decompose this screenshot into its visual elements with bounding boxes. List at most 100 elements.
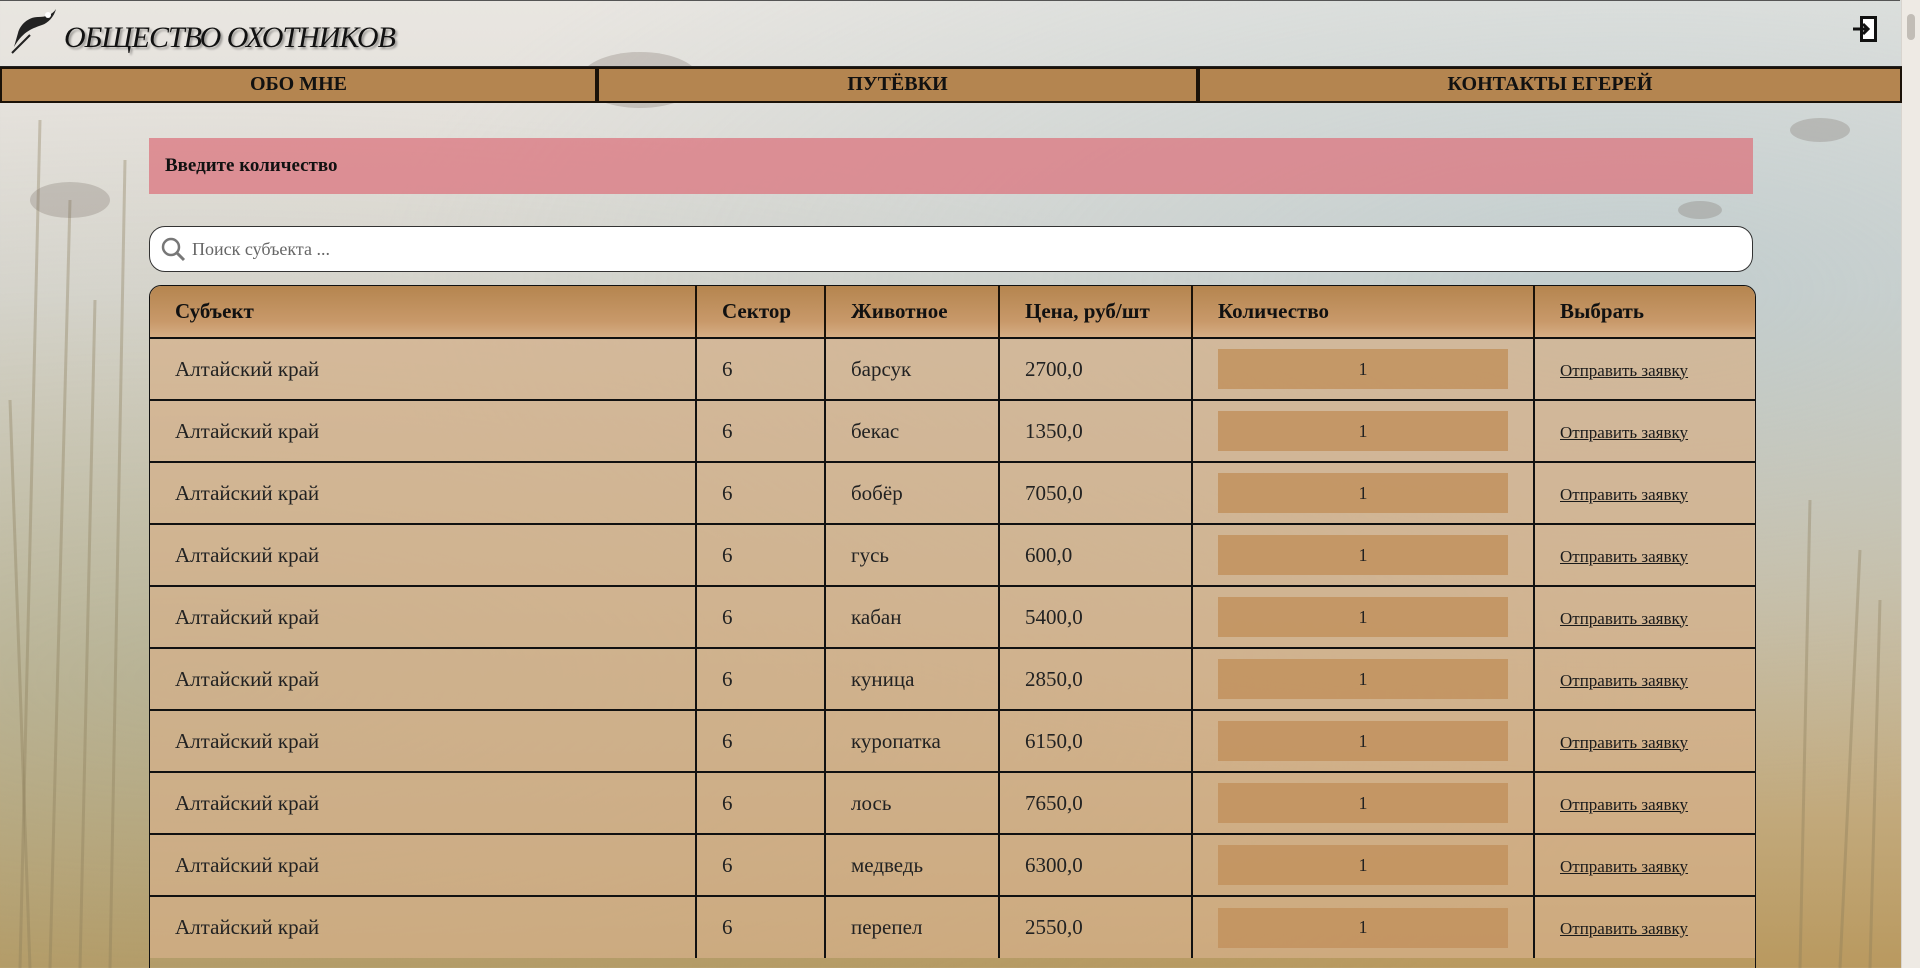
cell-sector: 6 xyxy=(696,771,826,834)
cell-select: Отправить заявку xyxy=(1534,709,1755,772)
cell-animal: бобёр xyxy=(825,461,1000,524)
quantity-input[interactable]: 1 xyxy=(1218,473,1508,513)
cell-quantity: 1 xyxy=(1192,709,1535,772)
cell-animal: бекас xyxy=(825,399,1000,462)
logout-icon[interactable] xyxy=(1852,15,1878,43)
cell-sector: 6 xyxy=(696,709,826,772)
send-request-link[interactable]: Отправить заявку xyxy=(1560,485,1688,504)
cell-animal: кабан xyxy=(825,585,1000,648)
hunter-duck-logo xyxy=(11,9,56,54)
cell-quantity: 1 xyxy=(1192,647,1535,710)
cell-quantity: 1 xyxy=(1192,895,1535,958)
header: ОБЩЕСТВО ОХОТНИКОВ xyxy=(0,0,1900,67)
cell-animal: куница xyxy=(825,647,1000,710)
cell-select: Отправить заявку xyxy=(1534,523,1755,586)
cell-quantity: 1 xyxy=(1192,585,1535,648)
cell-quantity: 1 xyxy=(1192,833,1535,896)
cell-subject: Алтайский край xyxy=(150,337,697,400)
send-request-link[interactable]: Отправить заявку xyxy=(1560,671,1688,690)
table-row: Алтайский край 6 гусь 600,0 1 Отправить заявк… xyxy=(150,523,1755,586)
cell-sector: 6 xyxy=(696,461,826,524)
cell-subject: Алтайский край xyxy=(150,647,697,710)
cell-subject: Алтайский край xyxy=(150,771,697,834)
quantity-input[interactable]: 1 xyxy=(1218,597,1508,637)
header-subject: Субъект xyxy=(150,286,697,338)
table-row: Алтайский край 6 лось 7650,0 1 Отправить заяв… xyxy=(150,771,1755,834)
cell-subject: Алтайский край xyxy=(150,709,697,772)
cell-animal: гусь xyxy=(825,523,1000,586)
cell-animal: барсук xyxy=(825,337,1000,400)
table-row: Алтайский край 6 бекас 1350,0 1 Отправить зая… xyxy=(150,399,1755,462)
send-request-link[interactable]: Отправить заявку xyxy=(1560,857,1688,876)
quantity-input[interactable]: 1 xyxy=(1218,907,1508,948)
cell-select: Отправить заявку xyxy=(1534,771,1755,834)
cell-price: 6300,0 xyxy=(999,833,1193,896)
quantity-input[interactable]: 1 xyxy=(1218,411,1508,451)
cell-select: Отправить заявку xyxy=(1534,647,1755,710)
cell-select: Отправить заявку xyxy=(1534,461,1755,524)
cell-subject: Алтайский край xyxy=(150,399,697,462)
cell-animal: медведь xyxy=(825,833,1000,896)
cell-animal: лось xyxy=(825,771,1000,834)
send-request-link[interactable]: Отправить заявку xyxy=(1560,423,1688,442)
quantity-input[interactable]: 1 xyxy=(1218,349,1508,389)
cell-price: 2700,0 xyxy=(999,337,1193,400)
table-row: Алтайский край 6 кабан 5400,0 1 Отправить зая… xyxy=(150,585,1755,648)
site-title: ОБЩЕСТВО ОХОТНИКОВ xyxy=(64,21,396,54)
cell-price: 5400,0 xyxy=(999,585,1193,648)
cell-price: 2850,0 xyxy=(999,647,1193,710)
cell-select: Отправить заявку xyxy=(1534,399,1755,462)
cell-subject: Алтайский край xyxy=(150,523,697,586)
cell-sector: 6 xyxy=(696,337,826,400)
quantity-input[interactable]: 1 xyxy=(1218,783,1508,823)
header-animal: Животное xyxy=(825,286,1000,338)
cell-subject: Алтайский край xyxy=(150,895,697,958)
alert-message: Введите количество xyxy=(149,138,1753,194)
cell-sector: 6 xyxy=(696,895,826,958)
header-price: Цена, руб/шт xyxy=(999,286,1193,338)
cell-price: 7650,0 xyxy=(999,771,1193,834)
scrollbar[interactable] xyxy=(1901,0,1920,968)
cell-quantity: 1 xyxy=(1192,523,1535,586)
cell-animal: куропатка xyxy=(825,709,1000,772)
table-row: Алтайский край 6 медведь 6300,0 1 Отправить з… xyxy=(150,833,1755,896)
scroll-thumb[interactable] xyxy=(1907,14,1915,40)
table-row: Алтайский край 6 перепел 2550,0 1 Отправить з… xyxy=(150,895,1755,958)
quantity-input[interactable]: 1 xyxy=(1218,845,1508,885)
table-row: Алтайский край 6 бобёр 7050,0 1 Отправить зая… xyxy=(150,461,1755,524)
cell-sector: 6 xyxy=(696,399,826,462)
search-bar xyxy=(149,226,1753,272)
cell-quantity: 1 xyxy=(1192,461,1535,524)
cell-price: 2550,0 xyxy=(999,895,1193,958)
cell-sector: 6 xyxy=(696,523,826,586)
cell-price: 6150,0 xyxy=(999,709,1193,772)
send-request-link[interactable]: Отправить заявку xyxy=(1560,795,1688,814)
send-request-link[interactable]: Отправить заявку xyxy=(1560,919,1688,938)
nav-item-permits[interactable]: ПУТЁВКИ xyxy=(597,67,1198,103)
cell-select: Отправить заявку xyxy=(1534,337,1755,400)
cell-sector: 6 xyxy=(696,833,826,896)
search-input[interactable] xyxy=(190,237,1734,261)
cell-price: 1350,0 xyxy=(999,399,1193,462)
quantity-input[interactable]: 1 xyxy=(1218,535,1508,575)
nav-item-about[interactable]: ОБО МНЕ xyxy=(0,67,597,103)
send-request-link[interactable]: Отправить заявку xyxy=(1560,547,1688,566)
quantity-input[interactable]: 1 xyxy=(1218,721,1508,761)
cell-sector: 6 xyxy=(696,585,826,648)
cell-quantity: 1 xyxy=(1192,399,1535,462)
cell-quantity: 1 xyxy=(1192,337,1535,400)
main-nav: ОБО МНЕ ПУТЁВКИ КОНТАКТЫ ЕГЕРЕЙ xyxy=(0,66,1902,107)
send-request-link[interactable]: Отправить заявку xyxy=(1560,609,1688,628)
cell-price: 7050,0 xyxy=(999,461,1193,524)
search-icon xyxy=(161,237,186,262)
cell-select: Отправить заявку xyxy=(1534,585,1755,648)
cell-subject: Алтайский край xyxy=(150,461,697,524)
send-request-link[interactable]: Отправить заявку xyxy=(1560,361,1688,380)
quantity-input[interactable]: 1 xyxy=(1218,659,1508,699)
cell-subject: Алтайский край xyxy=(150,585,697,648)
nav-item-ranger-contacts[interactable]: КОНТАКТЫ ЕГЕРЕЙ xyxy=(1198,67,1902,103)
table-row: Алтайский край 6 куница 2850,0 1 Отправить за… xyxy=(150,647,1755,710)
send-request-link[interactable]: Отправить заявку xyxy=(1560,733,1688,752)
cell-price: 600,0 xyxy=(999,523,1193,586)
header-quantity: Количество xyxy=(1192,286,1535,338)
